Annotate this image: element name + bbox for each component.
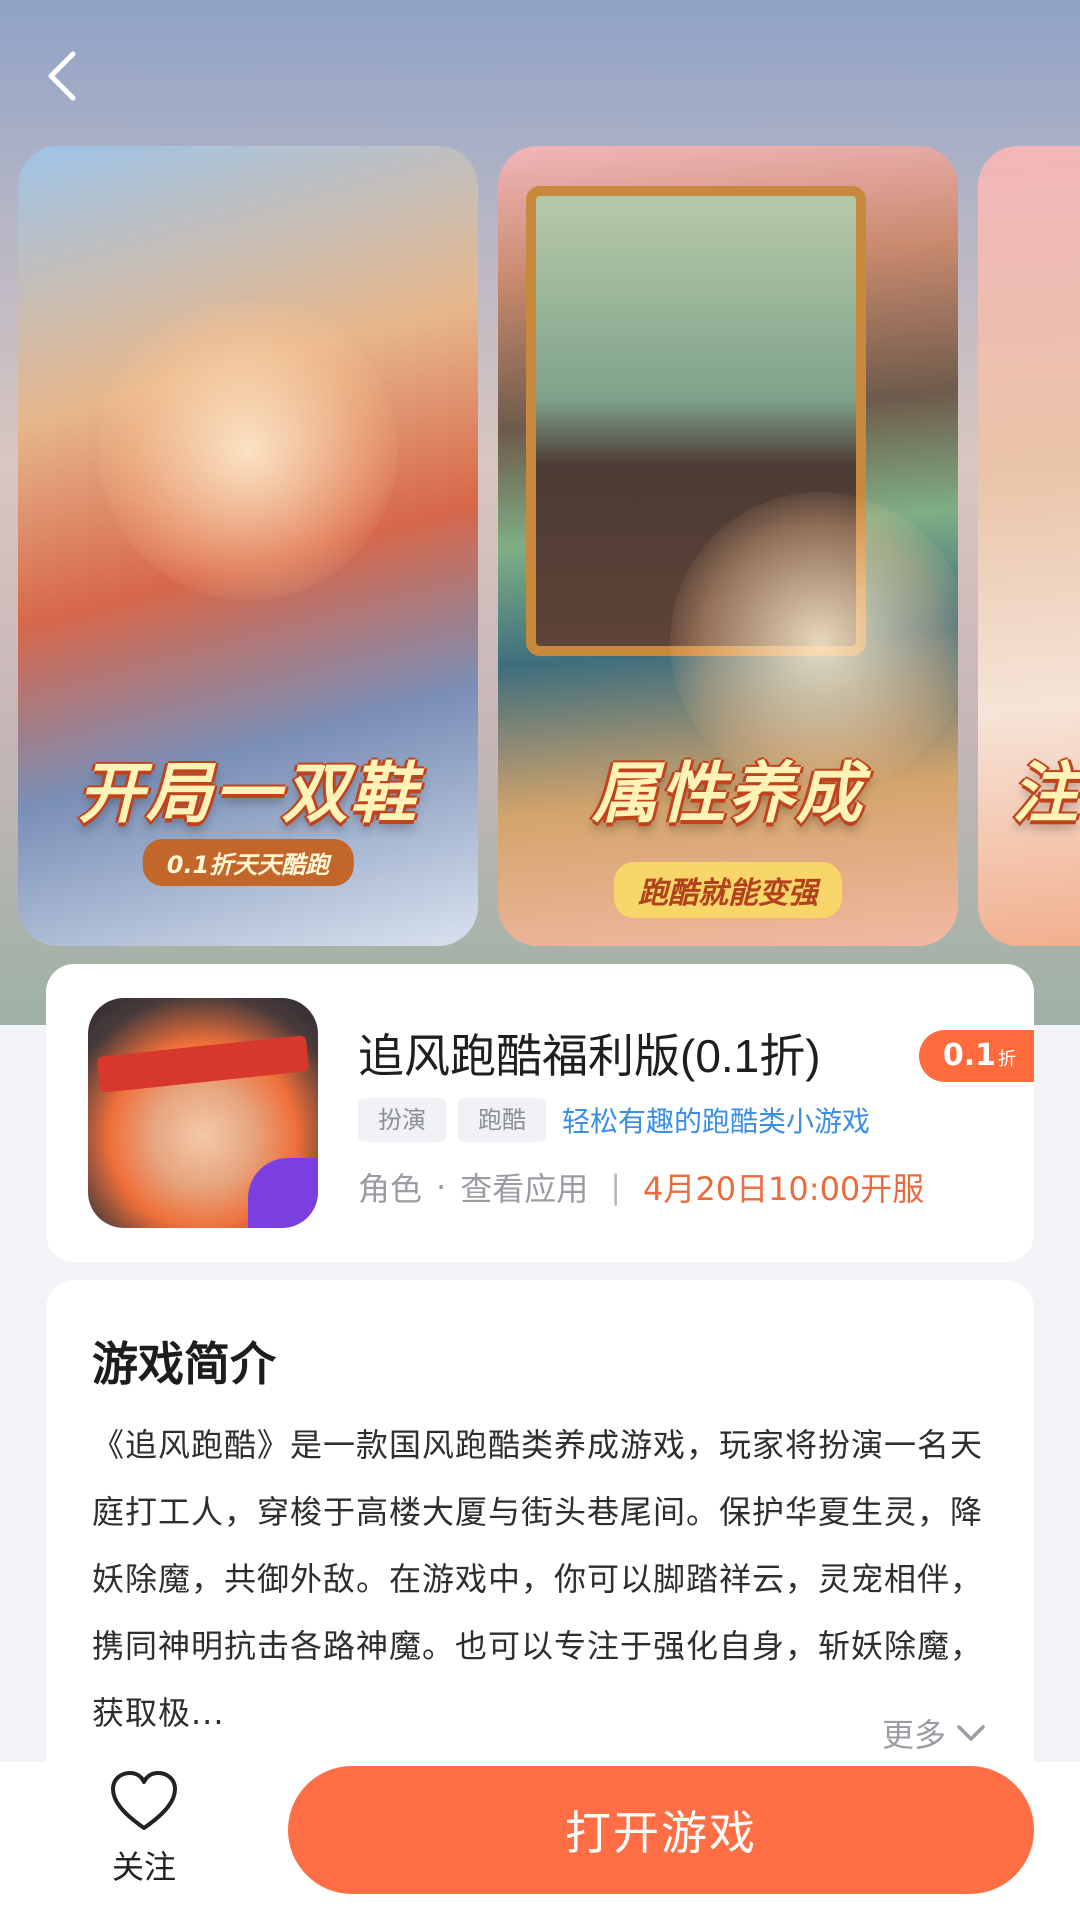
app-icon-headband [96,1035,310,1093]
app-info-card: 追风跑酷福利版(0.1折) 0.1 折 扮演 跑酷 轻松有趣的跑酷类小游戏 角色… [46,964,1034,1262]
app-icon [88,998,318,1228]
game-intro-card: 游戏简介 《追风跑酷》是一款国风跑酷类养成游戏，玩家将扮演一名天庭打工人，穿梭于… [46,1280,1034,1780]
screenshot-subcaption: 跑酷就能变强 [614,862,842,918]
follow-label: 关注 [111,1848,176,1886]
discount-unit: 折 [998,1049,1016,1070]
chevron-left-icon [48,51,76,101]
view-app-link[interactable]: 查看应用 [460,1164,588,1210]
follow-button[interactable]: 关注 [92,1770,196,1888]
intro-heading: 游戏简介 [92,1337,276,1391]
app-tagline: 轻松有趣的跑酷类小游戏 [562,1105,871,1138]
discount-badge: 0.1 折 [918,1030,1034,1082]
bottom-action-bar: 关注 打开游戏 [0,1762,1080,1920]
meta-row: 角色 · 查看应用 | 4月20日10:00开服 [358,1164,924,1210]
screenshot-caption: 开局一双鞋 [78,755,418,832]
app-title: 追风跑酷福利版(0.1折) [358,1030,821,1082]
chevron-down-icon [957,1725,985,1741]
screenshot-2[interactable]: 属性养成 跑酷就能变强 [498,146,958,946]
app-icon-corner-badge [248,1158,318,1228]
server-open-time: 4月20日10:00开服 [642,1170,925,1208]
screenshot-3[interactable]: 注 [978,146,1080,946]
separator-dot: · [436,1168,447,1206]
back-button[interactable] [38,48,86,104]
screenshot-art [98,300,398,600]
more-label: 更多 [881,1716,946,1754]
screenshot-caption: 注 [1012,755,1080,832]
discount-value: 0.1 [942,1038,996,1073]
tags-row: 扮演 跑酷 轻松有趣的跑酷类小游戏 [358,1098,870,1142]
tag-chip[interactable]: 扮演 [358,1098,446,1142]
screenshot-subcaption: 0.1折天天酷跑 [142,839,354,886]
app-category: 角色 [358,1170,423,1208]
separator-bar: | [610,1168,621,1206]
heart-icon [111,1771,177,1830]
intro-text: 《追风跑酷》是一款国风跑酷类养成游戏，玩家将扮演一名天庭打工人，穿梭于高楼大厦与… [92,1426,984,1732]
tag-chip[interactable]: 跑酷 [458,1098,546,1142]
more-button[interactable]: 更多 [882,1710,986,1756]
screenshot-caption: 属性养成 [592,755,864,832]
hero-gallery: 开局一双鞋 0.1折天天酷跑 属性养成 跑酷就能变强 注 [0,0,1080,1025]
open-game-button[interactable]: 打开游戏 [288,1766,1034,1894]
screenshot-1[interactable]: 开局一双鞋 0.1折天天酷跑 [18,146,478,946]
